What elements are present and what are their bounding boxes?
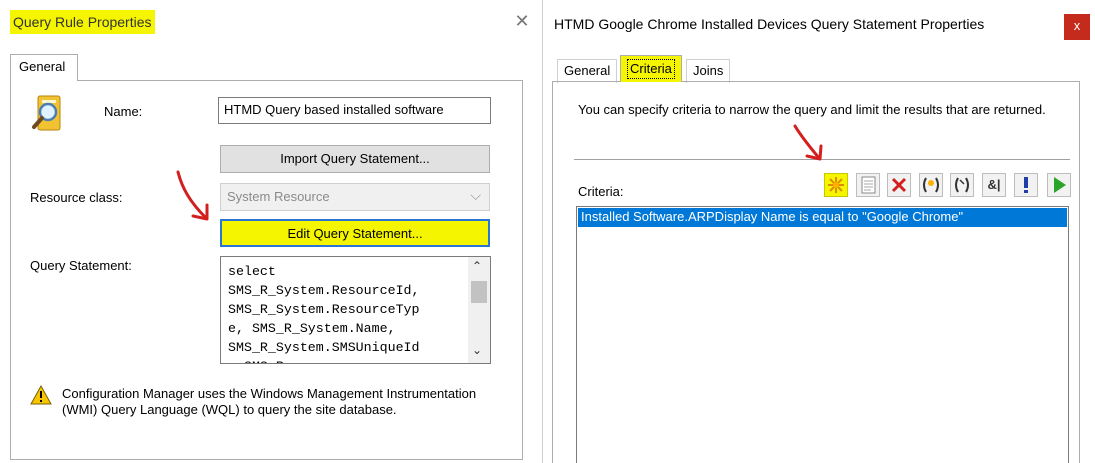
delete-button[interactable] [887,173,911,197]
ungroup-icon [955,177,969,193]
run-icon [1054,177,1066,193]
tab-criteria-label: Criteria [627,59,675,79]
annotation-arrow [793,124,823,161]
criteria-label: Criteria: [578,184,624,199]
query-statement-properties-dialog: HTMD Google Chrome Installed Devices Que… [544,0,1095,463]
resource-class-select[interactable]: System Resource ⌵ [220,183,490,211]
run-button[interactable] [1047,173,1071,197]
tab-joins[interactable]: Joins [686,59,731,83]
import-query-statement-button[interactable]: Import Query Statement... [220,145,490,173]
query-rule-properties-dialog: Query Rule Properties ✕ General Name: HT… [0,0,543,463]
warning-icon [30,384,52,405]
close-icon[interactable]: ✕ [512,12,532,32]
resource-class-label: Resource class: [30,190,123,205]
wql-info-text: Configuration Manager uses the Windows M… [62,386,477,417]
criteria-description: You can specify criteria to narrow the q… [578,102,1046,117]
new-criterion-icon [828,177,844,193]
dialog-title: Query Rule Properties [10,10,155,34]
group-button[interactable] [919,173,943,197]
not-button[interactable] [1014,173,1038,197]
tab-general[interactable]: General [557,59,618,83]
group-icon [923,177,939,193]
criteria-list[interactable]: Installed Software.ARPDisplay Name is eq… [576,206,1069,463]
query-statement-text: select SMS_R_System.ResourceId, SMS_R_Sy… [228,264,420,363]
chevron-down-icon: ⌵ [470,187,481,203]
scroll-down-icon[interactable]: ⌄ [472,343,482,357]
ungroup-button[interactable] [950,173,974,197]
edit-query-statement-button[interactable]: Edit Query Statement... [220,219,490,247]
annotation-arrow [176,170,209,221]
new-criterion-button[interactable] [824,173,848,197]
resource-class-value: System Resource [227,189,330,204]
and-or-button[interactable]: &| [982,173,1006,197]
dialog-title: HTMD Google Chrome Installed Devices Que… [554,16,985,32]
query-icon [28,92,70,134]
name-input[interactable]: HTMD Query based installed software [218,97,491,124]
and-or-icon: &| [987,177,1001,192]
vertical-scrollbar[interactable]: ⌃ ⌄ [468,257,490,363]
criteria-list-item[interactable]: Installed Software.ARPDisplay Name is eq… [578,208,1067,227]
properties-button[interactable] [856,173,880,197]
delete-icon [891,177,907,193]
name-label: Name: [104,104,143,119]
tab-criteria[interactable]: Criteria [620,55,682,82]
tab-general[interactable]: General [10,54,78,81]
query-statement-label: Query Statement: [30,258,132,273]
scroll-up-icon[interactable]: ⌃ [472,259,482,273]
query-statement-textarea[interactable]: select SMS_R_System.ResourceId, SMS_R_Sy… [220,256,491,364]
not-icon [1024,177,1028,193]
properties-icon [861,176,876,194]
scrollbar-thumb[interactable] [471,281,487,303]
close-button[interactable]: x [1064,14,1090,40]
